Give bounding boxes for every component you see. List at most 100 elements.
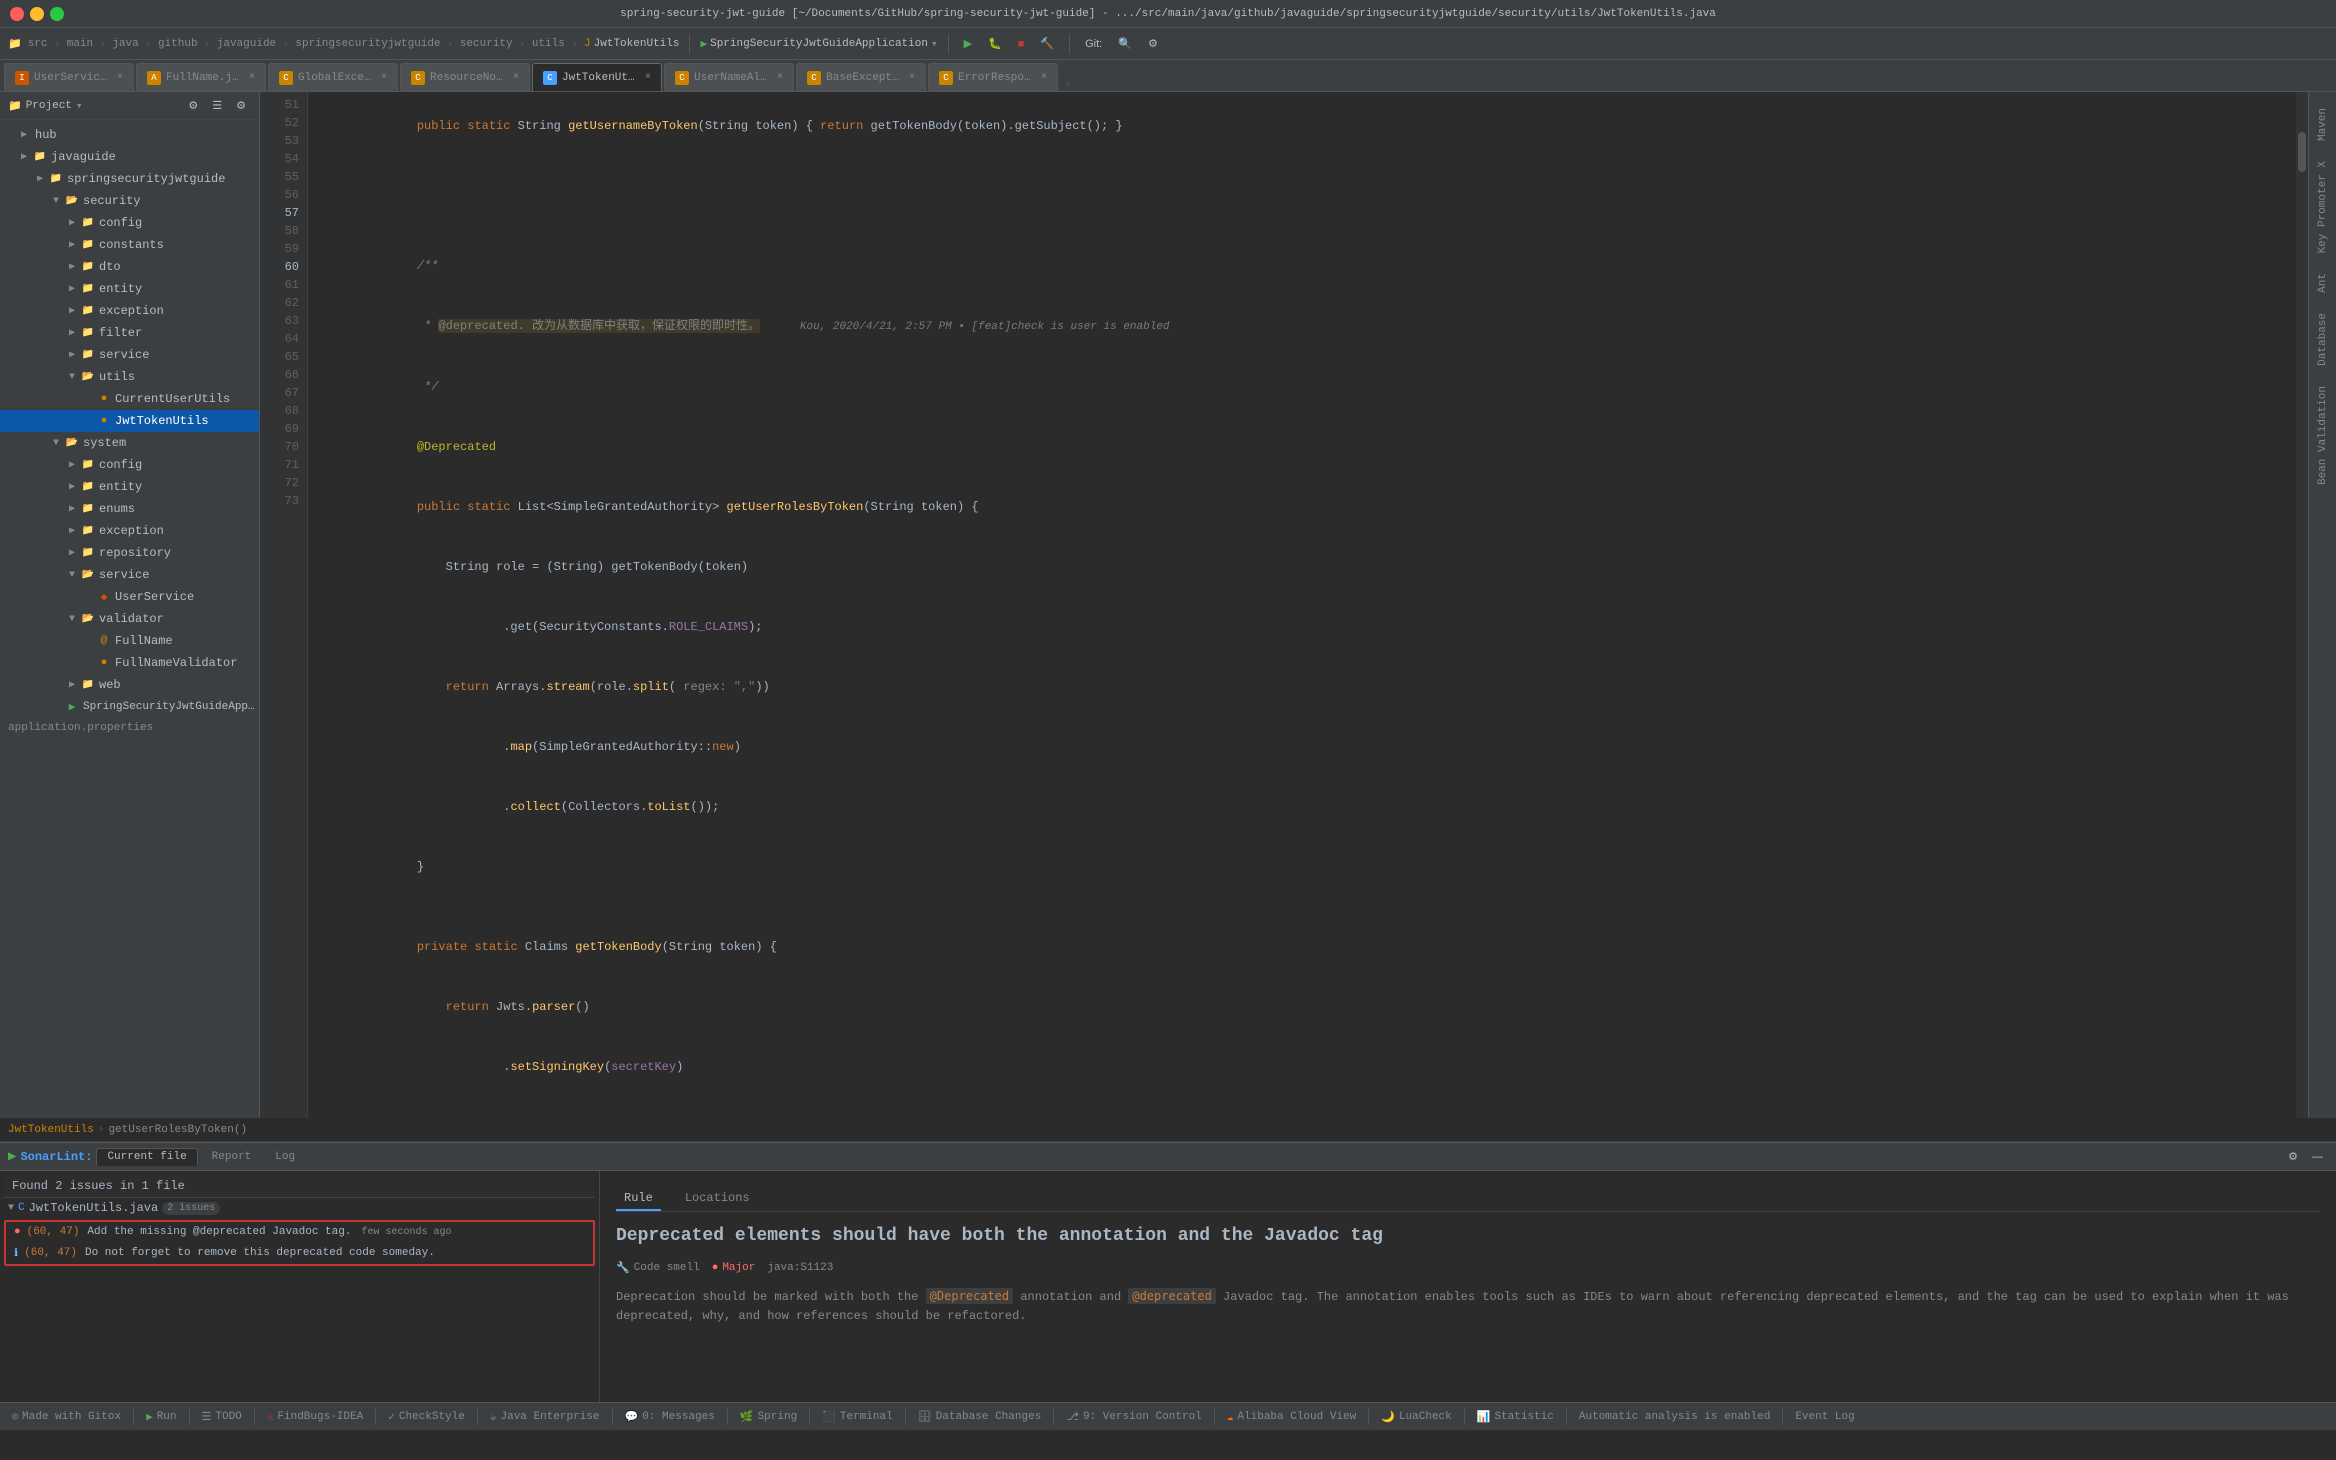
tree-item-filter[interactable]: ▶ 📁 filter xyxy=(0,322,259,344)
tree-item-fullname[interactable]: @ FullName xyxy=(0,630,259,652)
git-button[interactable]: Git: xyxy=(1080,36,1107,52)
status-spring[interactable]: 🌿 Spring xyxy=(736,1410,801,1424)
status-version-control[interactable]: ⎇ 9: Version Control xyxy=(1062,1410,1206,1424)
tree-item-service-system[interactable]: ▼ 📂 service xyxy=(0,564,259,586)
status-checkstyle[interactable]: ✓ CheckStyle xyxy=(384,1410,469,1424)
tab-current-file[interactable]: Current file xyxy=(96,1148,197,1166)
status-java-enterprise[interactable]: ☕ Java Enterprise xyxy=(486,1410,604,1424)
tab-baseexception[interactable]: C BaseException.java × xyxy=(796,63,926,91)
tree-item-currentuserutils[interactable]: ● CurrentUserUtils xyxy=(0,388,259,410)
tree-item-fullnamevalidator[interactable]: ● FullNameValidator xyxy=(0,652,259,674)
toolbar-project-icon[interactable]: 📁 xyxy=(8,37,22,51)
bottom-settings-button[interactable]: ⚙ xyxy=(2283,1148,2303,1165)
tree-item-jwttokenutils[interactable]: ● JwtTokenUtils xyxy=(0,410,259,432)
status-alibaba-cloud[interactable]: ☁ Alibaba Cloud View xyxy=(1223,1410,1360,1424)
maximize-button[interactable] xyxy=(50,7,64,21)
code-content[interactable]: public static String getUsernameByToken(… xyxy=(308,92,2296,1118)
tab-globalexception[interactable]: C GlobalExceptionHandler.java × xyxy=(268,63,398,91)
tree-item-entity2[interactable]: ▶ 📁 entity xyxy=(0,476,259,498)
status-event-log[interactable]: Event Log xyxy=(1791,1411,1858,1423)
tab-fullname[interactable]: A FullName.java × xyxy=(136,63,266,91)
tab-jwttokenutils[interactable]: C JwtTokenUtils.java × xyxy=(532,63,662,91)
tree-item-config[interactable]: ▶ 📁 config xyxy=(0,212,259,234)
sidebar-settings-button[interactable]: ☰ xyxy=(207,97,227,114)
rule-tab-locations[interactable]: Locations xyxy=(677,1187,758,1211)
status-db-changes[interactable]: 🗄 Database Changes xyxy=(914,1410,1046,1424)
search-button[interactable]: 🔍 xyxy=(1113,35,1137,52)
status-messages[interactable]: 💬 0: Messages xyxy=(621,1410,719,1424)
tab-usernamealready[interactable]: C UserNameAlreadyExistException.java × xyxy=(664,63,794,91)
sonarlint-run-icon[interactable]: ▶ xyxy=(8,1148,16,1165)
tree-item-repository[interactable]: ▶ 📁 repository xyxy=(0,542,259,564)
status-run[interactable]: ▶ Run xyxy=(142,1410,180,1424)
close-button[interactable] xyxy=(10,7,24,21)
tree-item-utils[interactable]: ▼ 📂 utils xyxy=(0,366,259,388)
tree-item-entity[interactable]: ▶ 📁 entity xyxy=(0,278,259,300)
tab-report[interactable]: Report xyxy=(202,1149,262,1165)
toolbar-security[interactable]: security xyxy=(460,38,513,50)
toolbar-javaguide[interactable]: javaguide xyxy=(217,38,276,50)
tab-close-fullname[interactable]: × xyxy=(249,72,255,83)
tab-log[interactable]: Log xyxy=(265,1149,305,1165)
status-made-with[interactable]: ◎ Made with Gitox xyxy=(8,1411,125,1423)
status-terminal[interactable]: ⬛ Terminal xyxy=(818,1410,897,1424)
toolbar-springsecurity[interactable]: springsecurityjwtguide xyxy=(295,38,440,50)
code-area[interactable]: 51 52 53 54 55 56 57 58 59 60 61 62 63 6… xyxy=(260,92,2308,1118)
status-findbugs[interactable]: ⚠ FindBugs-IDEA xyxy=(263,1410,367,1424)
issue-file-row[interactable]: ▼ C JwtTokenUtils.java 2 issues xyxy=(4,1198,595,1218)
maven-tab[interactable]: Maven xyxy=(2313,100,2333,149)
toolbar-src[interactable]: src xyxy=(28,38,48,50)
tree-item-system[interactable]: ▼ 📂 system xyxy=(0,432,259,454)
toolbar-java[interactable]: java xyxy=(112,38,138,50)
toolbar-utils[interactable]: utils xyxy=(532,38,565,50)
tab-close-userservice[interactable]: × xyxy=(117,72,123,83)
run-button[interactable]: ▶ xyxy=(959,35,977,52)
issue-item-1[interactable]: ● (60, 47) Add the missing @deprecated J… xyxy=(6,1222,593,1242)
build-button[interactable]: 🔨 xyxy=(1035,35,1059,52)
settings-button[interactable]: ⚙ xyxy=(1143,35,1163,52)
toolbar-github[interactable]: github xyxy=(158,38,198,50)
tree-item-javaguide[interactable]: ▶ 📁 javaguide xyxy=(0,146,259,168)
ant-tab[interactable]: Ant xyxy=(2313,265,2333,301)
toolbar-current-file[interactable]: J JwtTokenUtils xyxy=(584,38,679,50)
tree-item-springsecurity[interactable]: ▶ 📁 springsecurityjwtguide xyxy=(0,168,259,190)
stop-button[interactable]: ■ xyxy=(1013,36,1030,52)
sidebar-gear-button[interactable]: ⚙ xyxy=(183,97,203,114)
bean-validation-tab[interactable]: Bean Validation xyxy=(2313,378,2333,493)
issue-item-2[interactable]: ℹ (60, 47) Do not forget to remove this … xyxy=(6,1242,593,1264)
tab-close-resourcenotfound[interactable]: × xyxy=(513,72,519,83)
bottom-close-button[interactable]: — xyxy=(2307,1149,2328,1165)
status-statistic[interactable]: 📊 Statistic xyxy=(1473,1410,1558,1424)
tree-item-exception2[interactable]: ▶ 📁 exception xyxy=(0,520,259,542)
tab-close-baseexception[interactable]: × xyxy=(909,72,915,83)
tree-item-dto[interactable]: ▶ 📁 dto xyxy=(0,256,259,278)
tree-item-config2[interactable]: ▶ 📁 config xyxy=(0,454,259,476)
tab-close-jwttokenutils[interactable]: × xyxy=(645,72,651,83)
tree-item-exception[interactable]: ▶ 📁 exception xyxy=(0,300,259,322)
status-todo[interactable]: ☰ TODO xyxy=(198,1410,246,1424)
tree-item-hub[interactable]: ▶ hub xyxy=(0,124,259,146)
rule-tab-rule[interactable]: Rule xyxy=(616,1187,661,1211)
tree-item-properties[interactable]: application.properties xyxy=(0,718,259,738)
status-luacheck[interactable]: 🌙 LuaCheck xyxy=(1377,1410,1456,1424)
toolbar-main[interactable]: main xyxy=(67,38,93,50)
vertical-scrollbar[interactable] xyxy=(2296,92,2308,1118)
tree-item-springapp[interactable]: ▶ SpringSecurityJwtGuideApplication xyxy=(0,696,259,718)
debug-button[interactable]: 🐛 xyxy=(983,35,1007,52)
tab-userservice[interactable]: I UserService.java × xyxy=(4,63,134,91)
tree-item-security[interactable]: ▼ 📂 security xyxy=(0,190,259,212)
tab-close-usernamealready[interactable]: × xyxy=(777,72,783,83)
toolbar-run-config[interactable]: ▶ SpringSecurityJwtGuideApplication ▾ xyxy=(700,37,937,51)
tree-item-userservice[interactable]: ◆ UserService xyxy=(0,586,259,608)
key-promoter-tab[interactable]: Key Promoter X xyxy=(2313,153,2333,261)
tab-close-errorresponse[interactable]: × xyxy=(1041,72,1047,83)
minimize-button[interactable] xyxy=(30,7,44,21)
tab-resourcenotfound[interactable]: C ResourceNotFoundException.java × xyxy=(400,63,530,91)
tab-errorresponse[interactable]: C ErrorResponse.java × xyxy=(928,63,1058,91)
tree-item-enums[interactable]: ▶ 📁 enums xyxy=(0,498,259,520)
tab-close-globalexception[interactable]: × xyxy=(381,72,387,83)
tree-item-constants[interactable]: ▶ 📁 constants xyxy=(0,234,259,256)
tree-item-service-security[interactable]: ▶ 📁 service xyxy=(0,344,259,366)
database-tab[interactable]: Database xyxy=(2313,305,2333,374)
tree-item-validator[interactable]: ▼ 📂 validator xyxy=(0,608,259,630)
